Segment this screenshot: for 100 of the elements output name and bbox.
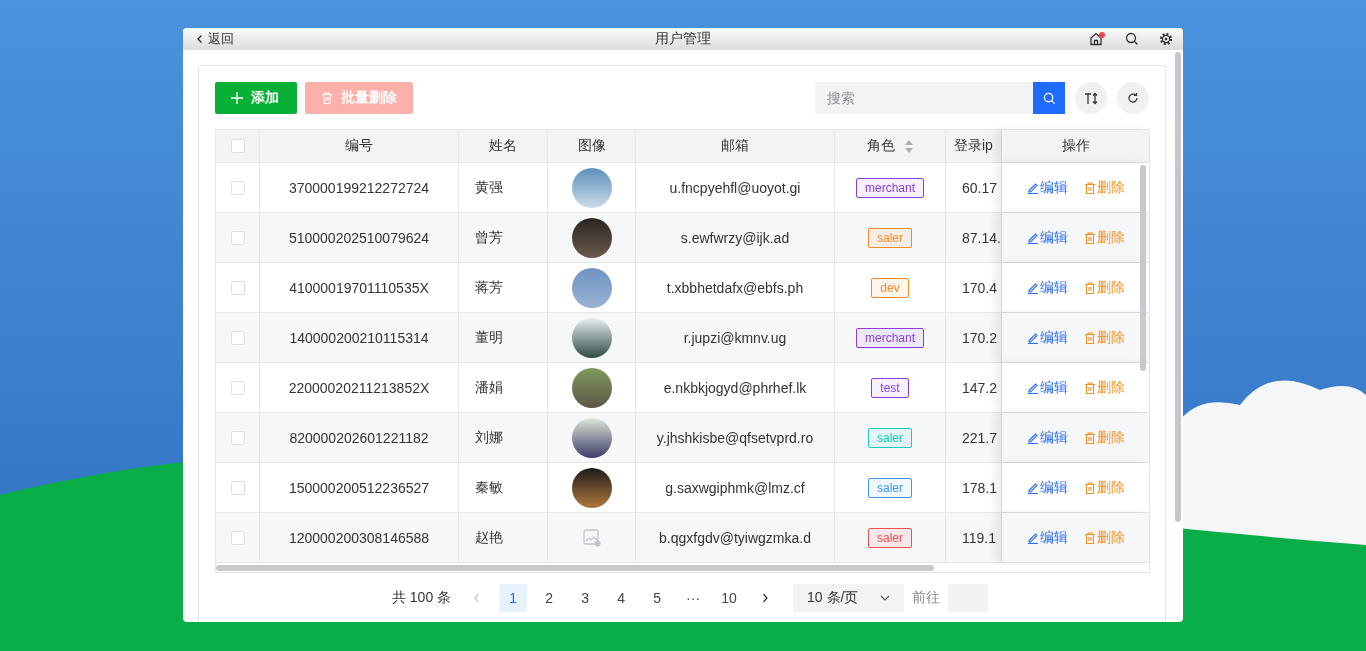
pencil-icon — [1026, 181, 1039, 194]
trash-icon — [1083, 331, 1096, 344]
pencil-icon — [1026, 331, 1039, 344]
row-checkbox[interactable] — [230, 430, 245, 445]
table-cell: 120000200308146588 — [288, 529, 430, 546]
edit-link[interactable]: 编辑 — [1026, 278, 1068, 297]
row-checkbox[interactable] — [230, 180, 245, 195]
trash-icon — [321, 92, 333, 104]
refresh-icon — [1127, 92, 1139, 104]
table-cell: 黄强 — [475, 178, 503, 197]
edit-link[interactable]: 编辑 — [1026, 228, 1068, 247]
table-cell: t.xbbhetdafx@ebfs.ph — [666, 279, 804, 296]
table-cell: 150000200512236527 — [288, 479, 430, 496]
trash-icon — [1083, 481, 1096, 494]
trash-icon — [1083, 381, 1096, 394]
table-cell: 147.2 — [962, 379, 998, 396]
edit-link[interactable]: 编辑 — [1026, 378, 1068, 397]
page-button[interactable]: 1 — [499, 583, 528, 612]
pencil-icon — [1026, 381, 1039, 394]
column-header: 操作 — [1061, 137, 1090, 155]
edit-link[interactable]: 编辑 — [1026, 428, 1068, 447]
page-button[interactable]: ··· — [679, 583, 708, 612]
text-size-button[interactable] — [1075, 82, 1107, 114]
vertical-scrollbar[interactable] — [1140, 165, 1146, 371]
row-checkbox[interactable] — [230, 230, 245, 245]
search-field[interactable]: 搜索 — [815, 82, 1033, 114]
home-icon[interactable] — [1089, 32, 1105, 46]
select-all-checkbox[interactable] — [230, 139, 245, 153]
table-cell: 赵艳 — [475, 528, 503, 547]
column-header: 姓名 — [489, 137, 517, 155]
edit-link[interactable]: 编辑 — [1026, 478, 1068, 497]
pencil-icon — [1026, 281, 1039, 294]
table-cell: 119.1 — [962, 529, 996, 546]
delete-link[interactable]: 删除 — [1083, 378, 1125, 397]
settings-icon[interactable] — [1159, 32, 1173, 46]
table-cell: 潘娟 — [475, 378, 503, 397]
refresh-button[interactable] — [1117, 82, 1149, 114]
trash-icon — [1083, 431, 1096, 444]
search-button[interactable] — [1033, 82, 1065, 114]
caret-icon — [880, 594, 891, 601]
search-icon[interactable] — [1125, 32, 1139, 46]
table-cell: s.ewfwrzy@ijk.ad — [680, 229, 790, 246]
column-header: 登录ip — [954, 137, 993, 155]
row-checkbox[interactable] — [230, 330, 245, 345]
pencil-icon — [1026, 531, 1039, 544]
trash-icon — [1083, 181, 1096, 194]
table-cell: 曾芳 — [475, 228, 503, 247]
delete-link[interactable]: 删除 — [1083, 478, 1125, 497]
text-size-icon — [1084, 91, 1098, 105]
chevron-right-icon — [761, 592, 770, 603]
page-button[interactable]: 4 — [607, 583, 636, 612]
pencil-icon — [1026, 231, 1039, 244]
sort-icon[interactable] — [905, 139, 913, 153]
page-scrollbar[interactable] — [1175, 52, 1181, 522]
row-checkbox[interactable] — [230, 380, 245, 395]
table-cell: 董明 — [475, 328, 503, 347]
delete-link[interactable]: 删除 — [1083, 278, 1125, 297]
horizontal-scrollbar[interactable] — [216, 565, 934, 571]
chevron-left-icon — [195, 34, 205, 44]
table-cell: 820000202601221182 — [289, 429, 429, 446]
edit-link[interactable]: 编辑 — [1026, 178, 1068, 197]
delete-link[interactable]: 删除 — [1083, 178, 1125, 197]
table-cell: 178.1 — [962, 479, 998, 496]
pencil-icon — [1026, 481, 1039, 494]
trash-icon — [1083, 231, 1096, 244]
column-header: 邮箱 — [721, 137, 749, 155]
table-cell: 22000020211213852X — [288, 379, 430, 396]
back-button[interactable]: 返回 — [193, 30, 236, 48]
page-button[interactable]: 10 — [715, 583, 744, 612]
add-button[interactable]: 添加 — [215, 82, 297, 114]
table-cell: u.fncpyehfl@uoyot.gi — [669, 179, 801, 196]
role-tag: dev — [871, 277, 909, 298]
page-size-select[interactable]: 10 条/页 — [793, 583, 905, 612]
role-tag: merchant — [856, 327, 924, 348]
edit-link[interactable]: 编辑 — [1026, 328, 1068, 347]
total-count: 共 100 条 — [391, 588, 452, 607]
role-tag: saler — [868, 227, 912, 248]
goto-label: 前往 — [912, 588, 941, 607]
row-checkbox[interactable] — [230, 280, 245, 295]
column-header: 图像 — [577, 137, 606, 155]
table-cell: 170.2 — [962, 329, 998, 346]
edit-link[interactable]: 编辑 — [1026, 528, 1068, 547]
row-checkbox[interactable] — [230, 480, 245, 495]
table-cell: 60.17 — [962, 179, 998, 196]
page-button[interactable]: 5 — [643, 583, 672, 612]
column-header: 角色 — [867, 137, 895, 155]
row-checkbox[interactable] — [230, 530, 245, 545]
role-tag: test — [871, 377, 909, 398]
table-cell: 170.4 — [962, 279, 998, 296]
trash-icon — [1083, 281, 1096, 294]
page-button[interactable]: 3 — [571, 583, 600, 612]
page-button[interactable]: 2 — [535, 583, 564, 612]
role-tag: saler — [868, 527, 912, 548]
trash-icon — [1083, 531, 1096, 544]
table-cell: 140000200210115314 — [289, 329, 429, 346]
plus-icon — [231, 92, 243, 104]
table-cell: 蒋芳 — [475, 278, 503, 297]
window-title: 用户管理 — [655, 30, 711, 48]
table-cell: g.saxwgiphmk@lmz.cf — [665, 479, 805, 496]
table-cell: 41000019701110535X — [289, 279, 429, 296]
